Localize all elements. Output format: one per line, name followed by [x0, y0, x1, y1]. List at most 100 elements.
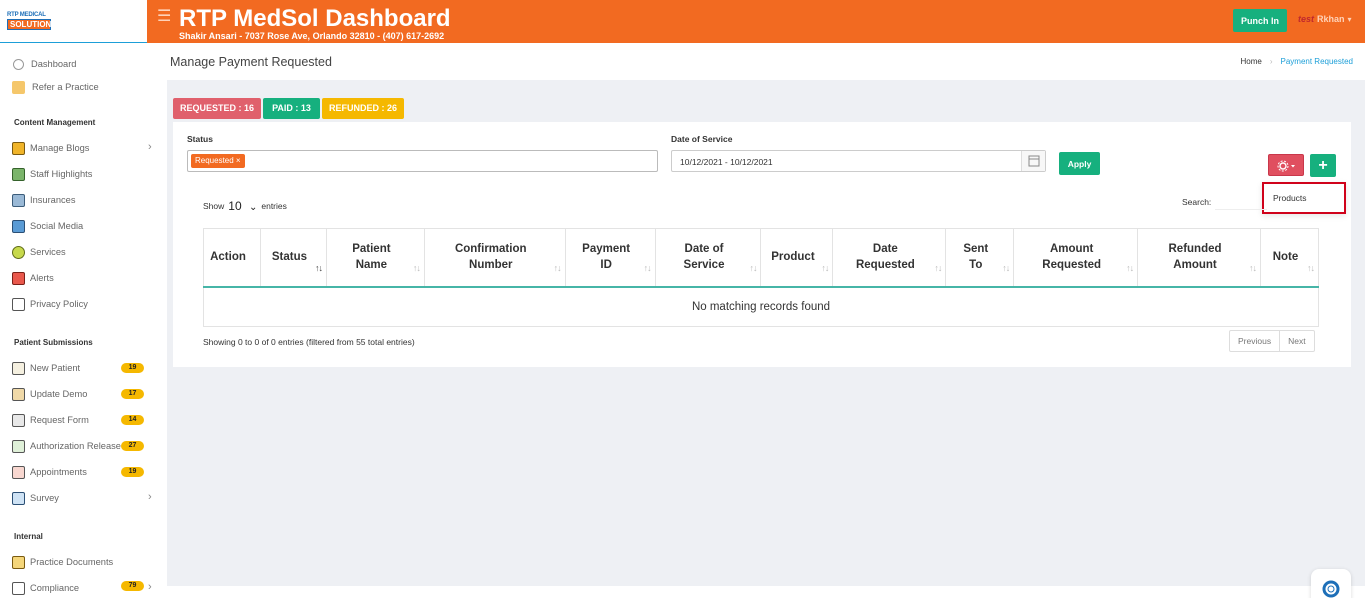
column-header-refunded-amount[interactable]: Refunded Amount ↑↓ [1137, 228, 1261, 288]
search-input[interactable] [1215, 194, 1267, 210]
sidebar-item-label: Insurances [30, 195, 76, 205]
social-media-icon [12, 219, 25, 233]
refer-icon [12, 80, 25, 94]
sidebar-item-label: Update Demo [30, 389, 88, 399]
table-header-row: Action Status ↑↓ Patient Name ↑↓ Confirmati… [203, 228, 1320, 288]
date-of-service-label: Date of Service [671, 134, 733, 144]
show-label: Show [203, 201, 225, 211]
sort-icon: ↑↓ [553, 263, 562, 273]
dropdown-item-products[interactable]: Products [1273, 193, 1307, 203]
page-length-select[interactable]: 10 ⌄ [228, 199, 257, 213]
calendar-icon [12, 465, 25, 479]
column-header-date-of-service[interactable]: Date of Service ↑↓ [654, 228, 762, 288]
breadcrumb-current: Payment Requested [1280, 57, 1354, 66]
count-badge: 14 [121, 415, 144, 425]
user-name: Rkhan [1317, 14, 1345, 24]
sidebar-item-practice-documents[interactable]: Practice Documents [12, 555, 113, 569]
sidebar-item-update-demo[interactable]: Update Demo [12, 387, 87, 401]
page-length-value: 10 [228, 199, 242, 213]
sidebar-item-manage-blogs[interactable]: Manage Blogs [12, 141, 89, 155]
section-heading-content: Content Management [14, 118, 96, 127]
sidebar-item-label: Alerts [30, 273, 54, 283]
sort-icon: ↑↓ [1248, 263, 1257, 273]
sidebar-item-insurances[interactable]: Insurances [12, 193, 75, 207]
breadcrumb-home[interactable]: Home [1240, 57, 1261, 66]
tab-requested[interactable]: REQUESTED : 16 [173, 98, 261, 119]
sidebar-item-alerts[interactable]: Alerts [12, 271, 54, 285]
clipboard-icon [12, 361, 25, 375]
count-badge: 17 [121, 389, 144, 399]
status-select[interactable]: Requested × [187, 150, 658, 172]
sidebar-item-label: Appointments [30, 467, 87, 477]
status-chip[interactable]: Requested × [191, 154, 245, 168]
chevron-right-icon[interactable]: › [148, 141, 152, 153]
sidebar-item-services[interactable]: Services [12, 245, 66, 259]
blogs-icon [12, 141, 25, 155]
tab-paid[interactable]: PAID : 13 [263, 98, 320, 119]
chevron-down-icon: ▾ [1347, 15, 1352, 24]
pagination: Previous Next [1229, 330, 1315, 352]
sort-icon: ↑↓ [1002, 263, 1010, 273]
sidebar-item-label: Dashboard [31, 59, 77, 69]
logo[interactable]: RTP MEDICAL SOLUTION [7, 12, 51, 30]
sidebar-item-social-media[interactable]: Social Media [12, 219, 83, 233]
payments-table: Action Status ↑↓ Patient Name ↑↓ Confirmati… [203, 228, 1320, 327]
sidebar-item-dashboard[interactable]: Dashboard [12, 57, 76, 71]
sidebar-item-label: Manage Blogs [30, 143, 90, 153]
add-button[interactable]: + [1310, 154, 1336, 177]
sidebar-item-label: Survey [30, 493, 59, 503]
next-button[interactable]: Next [1279, 331, 1313, 351]
user-menu[interactable]: test Rkhan ▾ [1298, 14, 1352, 24]
sidebar-item-new-patient[interactable]: New Patient [12, 361, 80, 375]
help-button[interactable] [1311, 569, 1351, 598]
sidebar-item-compliance[interactable]: Compliance [12, 581, 79, 595]
chevron-right-icon[interactable]: › [148, 491, 152, 503]
column-header-product[interactable]: Product ↑↓ [760, 228, 834, 288]
dashboard-icon [13, 58, 24, 70]
column-header-note[interactable]: Note ↑↓ [1259, 228, 1320, 288]
page-header: Manage Payment Requested Home › Payment Re… [167, 43, 1365, 80]
survey-icon [12, 491, 25, 505]
column-header-confirmation-number[interactable]: Confirmation Number ↑↓ [423, 228, 566, 288]
date-range-value: 10/12/2021 - 10/12/2021 [680, 157, 773, 167]
column-header-payment-id[interactable]: Payment ID ↑↓ [564, 228, 656, 288]
apply-button[interactable]: Apply [1059, 152, 1100, 175]
footer [167, 586, 1365, 598]
sidebar-item-appointments[interactable]: Appointments [12, 465, 87, 479]
app-subtitle: Shakir Ansari - 7037 Rose Ave, Orlando 3… [179, 31, 445, 41]
logo-area[interactable]: RTP MEDICAL SOLUTION [0, 0, 147, 43]
page-length-control: Show 10 ⌄ entries [203, 199, 287, 213]
previous-button[interactable]: Previous [1230, 331, 1279, 351]
avatar: test [1298, 14, 1315, 24]
sidebar-item-survey[interactable]: Survey [12, 491, 59, 505]
chevron-right-icon[interactable]: › [148, 581, 152, 593]
breadcrumb: Home › Payment Requested [1240, 57, 1353, 66]
sidebar-item-label: Refer a Practice [32, 82, 99, 92]
column-header-status[interactable]: Status ↑↓ [259, 228, 327, 288]
sidebar-item-refer-a-practice[interactable]: Refer a Practice [12, 80, 99, 94]
sidebar-item-label: New Patient [30, 363, 81, 373]
menu-toggle-icon[interactable]: ☰ [157, 9, 171, 25]
sidebar-item-staff-highlights[interactable]: Staff Highlights [12, 167, 92, 181]
tab-refunded[interactable]: REFUNDED : 26 [322, 98, 404, 119]
count-badge: 27 [121, 441, 144, 451]
settings-dropdown-button[interactable] [1268, 154, 1304, 176]
section-heading-patient: Patient Submissions [14, 338, 93, 347]
sidebar-item-request-form[interactable]: Request Form [12, 413, 89, 427]
count-badge: 19 [121, 467, 144, 477]
column-header-amount-requested[interactable]: Amount Requested ↑↓ [1013, 228, 1139, 288]
date-range-input[interactable]: 10/12/2021 - 10/12/2021 [671, 150, 1046, 172]
entries-label: entries [261, 201, 287, 211]
column-header-sent-to[interactable]: Sent To ↑↓ [945, 228, 1015, 288]
services-icon [12, 245, 25, 259]
punch-in-button[interactable]: Punch In [1233, 9, 1287, 32]
column-header-date-requested[interactable]: Date Requested ↑↓ [832, 228, 947, 288]
calendar-icon[interactable] [1021, 151, 1045, 171]
column-header-patient-name[interactable]: Patient Name ↑↓ [325, 228, 425, 288]
sidebar-item-authorization-release[interactable]: Authorization Release [12, 439, 121, 453]
settings-dropdown-menu: Products [1262, 182, 1346, 214]
compliance-icon [12, 581, 25, 595]
sidebar-item-label: Privacy Policy [30, 299, 88, 309]
sidebar-item-privacy-policy[interactable]: Privacy Policy [12, 297, 88, 311]
breadcrumb-separator-icon: › [1269, 57, 1273, 66]
